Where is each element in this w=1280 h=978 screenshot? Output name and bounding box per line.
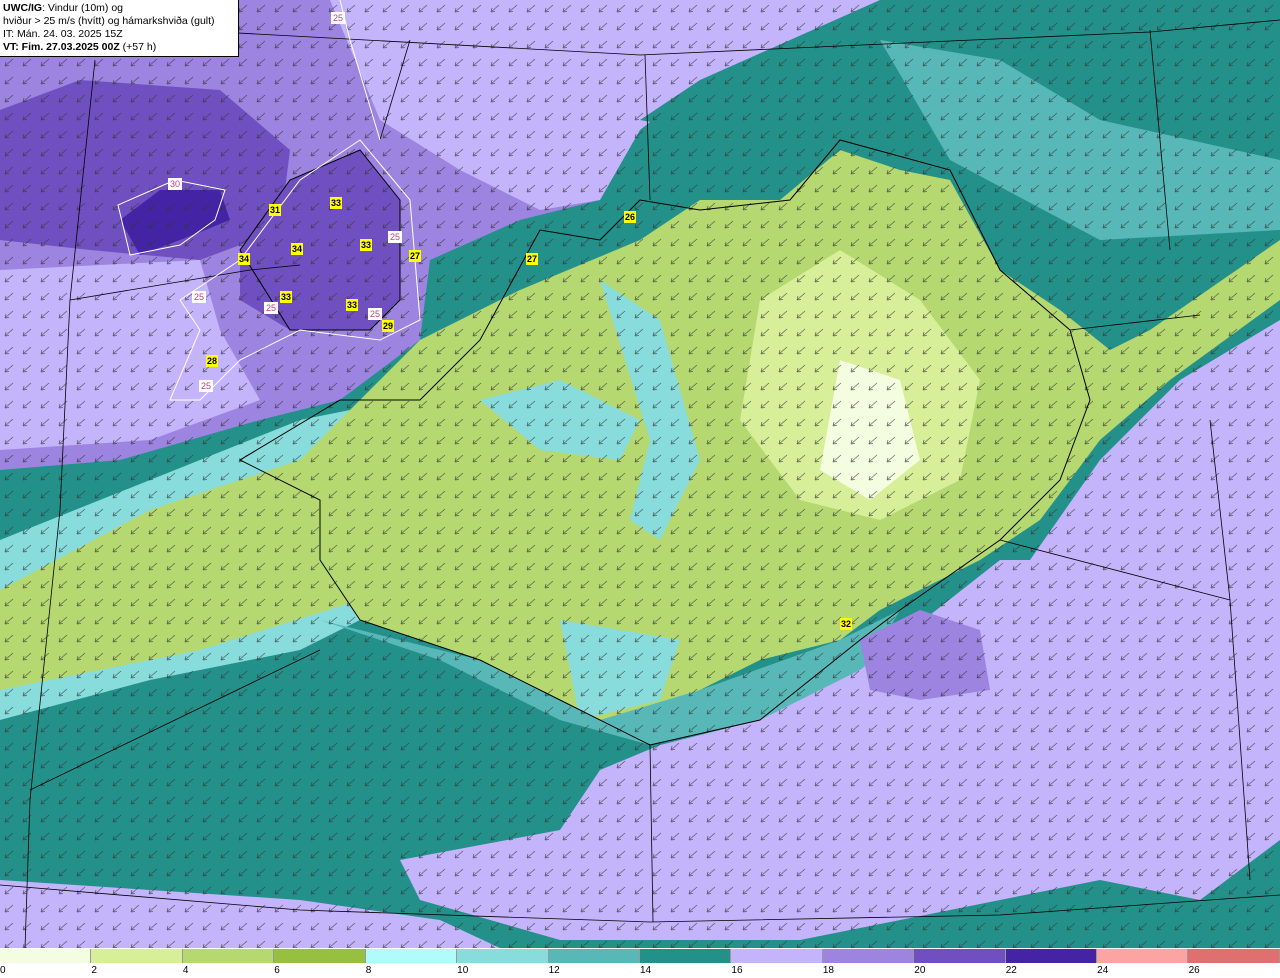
initial-time: IT: Mán. 24. 03. 2025 15Z — [3, 28, 123, 40]
contour-label: 25 — [390, 232, 400, 242]
colorbar-tick-label: 2 — [91, 965, 97, 976]
colorbar-legend: 0 2 4 6 8 10 12 14 16 18 20 22 24 26 — [0, 948, 1280, 978]
colorbar-swatch — [0, 949, 92, 963]
colorbar-swatch — [822, 949, 915, 963]
max-gust-label: 27 — [410, 251, 420, 261]
title-line-1-rest: : Vindur (10m) og — [42, 2, 124, 14]
colorbar-swatch — [548, 949, 640, 963]
max-gust-label: 33 — [331, 198, 341, 208]
valid-time-bold: VT: Fim. 27.03.2025 00Z — [3, 41, 120, 53]
colorbar-swatch — [1097, 949, 1189, 963]
colorbar-tick-label: 26 — [1188, 965, 1200, 976]
colorbar-swatch — [1005, 949, 1098, 963]
contour-label: 25 — [266, 303, 276, 313]
colorbar-tick-label: 0 — [0, 965, 6, 976]
colorbar-tick-label: 10 — [457, 965, 469, 976]
colorbar-tick-label: 8 — [365, 965, 372, 976]
colorbar-swatch — [274, 949, 366, 963]
max-gust-label: 33 — [281, 292, 291, 302]
max-gust-label: 33 — [361, 240, 371, 250]
max-gust-label: 33 — [347, 300, 357, 310]
title-line-2: hviður > 25 m/s (hvítt) og hámarkshviða … — [3, 15, 215, 27]
colorbar-swatch — [457, 949, 549, 963]
max-gust-label: 32 — [841, 619, 851, 629]
wind-arrows — [0, 0, 1280, 948]
colorbar-swatch — [182, 949, 275, 963]
colorbar-swatch — [1188, 949, 1280, 963]
forecast-hour: (+57 h) — [119, 41, 157, 53]
colorbar-swatch — [365, 949, 458, 963]
colorbar-swatch — [914, 949, 1006, 963]
colorbar-tick-label: 14 — [640, 965, 652, 976]
max-gust-label: 27 — [527, 254, 537, 264]
contour-label: 25 — [333, 13, 343, 23]
wind-map: 25 30 25 25 25 25 25 31 33 34 33 34 33 3… — [0, 0, 1280, 948]
colorbar-tick-label: 4 — [182, 965, 189, 976]
colorbar-swatch — [639, 949, 732, 963]
max-gust-label: 34 — [292, 244, 302, 254]
contour-label: 30 — [170, 179, 180, 189]
max-gust-label: 26 — [625, 212, 635, 222]
colorbar-tick-label: 12 — [548, 965, 560, 976]
colorbar-tick-label: 20 — [914, 965, 926, 976]
colorbar-swatch — [731, 949, 823, 963]
colorbar-swatch — [91, 949, 183, 963]
max-gust-label: 29 — [383, 321, 393, 331]
contour-label: 25 — [201, 381, 211, 391]
contour-label: 25 — [194, 292, 204, 302]
valid-time: VT: Fim. 27.03.2025 00Z (+57 h) — [3, 41, 235, 54]
colorbar-boxes — [0, 949, 1280, 963]
colorbar-labels: 0 2 4 6 8 10 12 14 16 18 20 22 24 26 — [0, 965, 1280, 977]
max-gust-label: 34 — [239, 254, 249, 264]
model-name: UWC/IG — [3, 2, 43, 14]
colorbar-tick-label: 22 — [1005, 965, 1017, 976]
title-line-1: UWC/IG: Vindur (10m) og — [3, 2, 235, 15]
max-gust-label: 28 — [207, 356, 217, 366]
contour-label: 25 — [370, 309, 380, 319]
colorbar-tick-label: 18 — [822, 965, 834, 976]
max-gust-label: 31 — [270, 205, 280, 215]
map-title-box: UWC/IG: Vindur (10m) og hviður > 25 m/s … — [0, 0, 239, 57]
colorbar-tick-label: 6 — [274, 965, 280, 976]
colorbar-tick-label: 16 — [731, 965, 743, 976]
colorbar-tick-label: 24 — [1097, 965, 1109, 976]
